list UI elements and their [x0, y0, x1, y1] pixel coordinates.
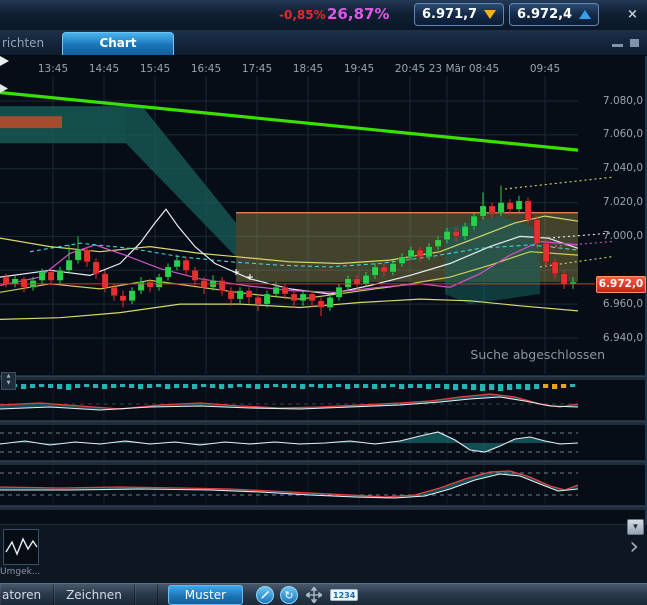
price-label: 7.080,0 — [602, 94, 643, 107]
time-label: 09:45 — [529, 63, 561, 75]
refresh-icon: ↻ — [284, 589, 294, 602]
maximize-icon[interactable] — [630, 39, 639, 47]
time-label: 13:45 — [37, 63, 69, 75]
tab-chart[interactable]: Chart — [62, 32, 174, 55]
pattern-tray: Umgek... › — [0, 524, 647, 584]
price-label: 6.940,0 — [602, 331, 643, 344]
move-icon-button[interactable] — [304, 585, 324, 605]
candle-count-button[interactable]: 1234 — [330, 589, 359, 601]
time-label: 23 Mär — [428, 63, 466, 75]
tab-bar: richten Chart — [0, 30, 647, 56]
search-status: Suche abgeschlossen — [470, 347, 605, 362]
arrow-up-icon — [579, 10, 591, 19]
trading-window: -0,85% 26,87% 6.971,7 6.972,4 × richten … — [0, 0, 647, 605]
time-label: 14:45 — [88, 63, 120, 75]
buy-price-value: 6.972,4 — [517, 7, 573, 22]
sell-price-value: 6.971,7 — [422, 7, 478, 22]
draw-button[interactable]: Zeichnen — [54, 584, 135, 605]
pane-resize-control[interactable]: ▲ ▼ — [1, 372, 16, 390]
price-label: 7.040,0 — [602, 162, 643, 175]
time-label: 20:45 — [394, 63, 426, 75]
pane-up-icon: ▲ — [6, 373, 11, 379]
price-label: 7.020,0 — [602, 196, 643, 209]
move-icon — [306, 587, 323, 603]
arrow-down-icon — [484, 10, 496, 19]
refresh-icon-button[interactable]: ↻ — [280, 586, 299, 604]
top-bar: -0,85% 26,87% 6.971,7 6.972,4 × — [0, 0, 647, 31]
secondary-percent: 26,87% — [327, 5, 390, 23]
bottom-toolbar: atoren Zeichnen Muster ↻ 1234 — [0, 583, 647, 605]
sell-price-button[interactable]: 6.971,7 — [414, 3, 504, 26]
collapse-panel-button[interactable]: ▼ — [627, 519, 644, 535]
pattern-button[interactable]: Muster — [167, 585, 244, 605]
pencil-icon-button[interactable] — [256, 586, 275, 604]
price-label: 6.960,0 — [602, 297, 643, 310]
chart-canvas[interactable] — [0, 0, 647, 605]
toolbar-spacer — [135, 584, 158, 605]
time-label: 17:45 — [241, 63, 273, 75]
tab-nachrichten[interactable]: richten — [2, 36, 44, 50]
current-price-tag: 6.972,0 — [596, 276, 646, 293]
next-arrow-icon[interactable]: › — [629, 531, 639, 561]
time-label: 18:45 — [292, 63, 324, 75]
time-label: 08:45 — [468, 63, 500, 75]
indicators-button[interactable]: atoren — [0, 584, 55, 605]
window-controls — [612, 39, 639, 47]
time-label: 19:45 — [343, 63, 375, 75]
price-label: 7.000,0 — [602, 229, 643, 242]
pencil-icon — [261, 591, 270, 599]
pattern-thumbnail[interactable] — [3, 529, 39, 565]
pattern-thumbnail-label: Umgek... — [0, 567, 41, 577]
zigzag-pattern-icon — [5, 537, 38, 556]
buy-price-button[interactable]: 6.972,4 — [509, 3, 599, 26]
price-label: 7.060,0 — [602, 128, 643, 141]
minimize-icon[interactable] — [612, 44, 623, 47]
time-label: 15:45 — [139, 63, 171, 75]
pane-down-icon: ▼ — [6, 380, 11, 386]
time-label: 16:45 — [190, 63, 222, 75]
close-icon[interactable]: × — [621, 6, 644, 23]
change-percent: -0,85% — [279, 8, 326, 22]
